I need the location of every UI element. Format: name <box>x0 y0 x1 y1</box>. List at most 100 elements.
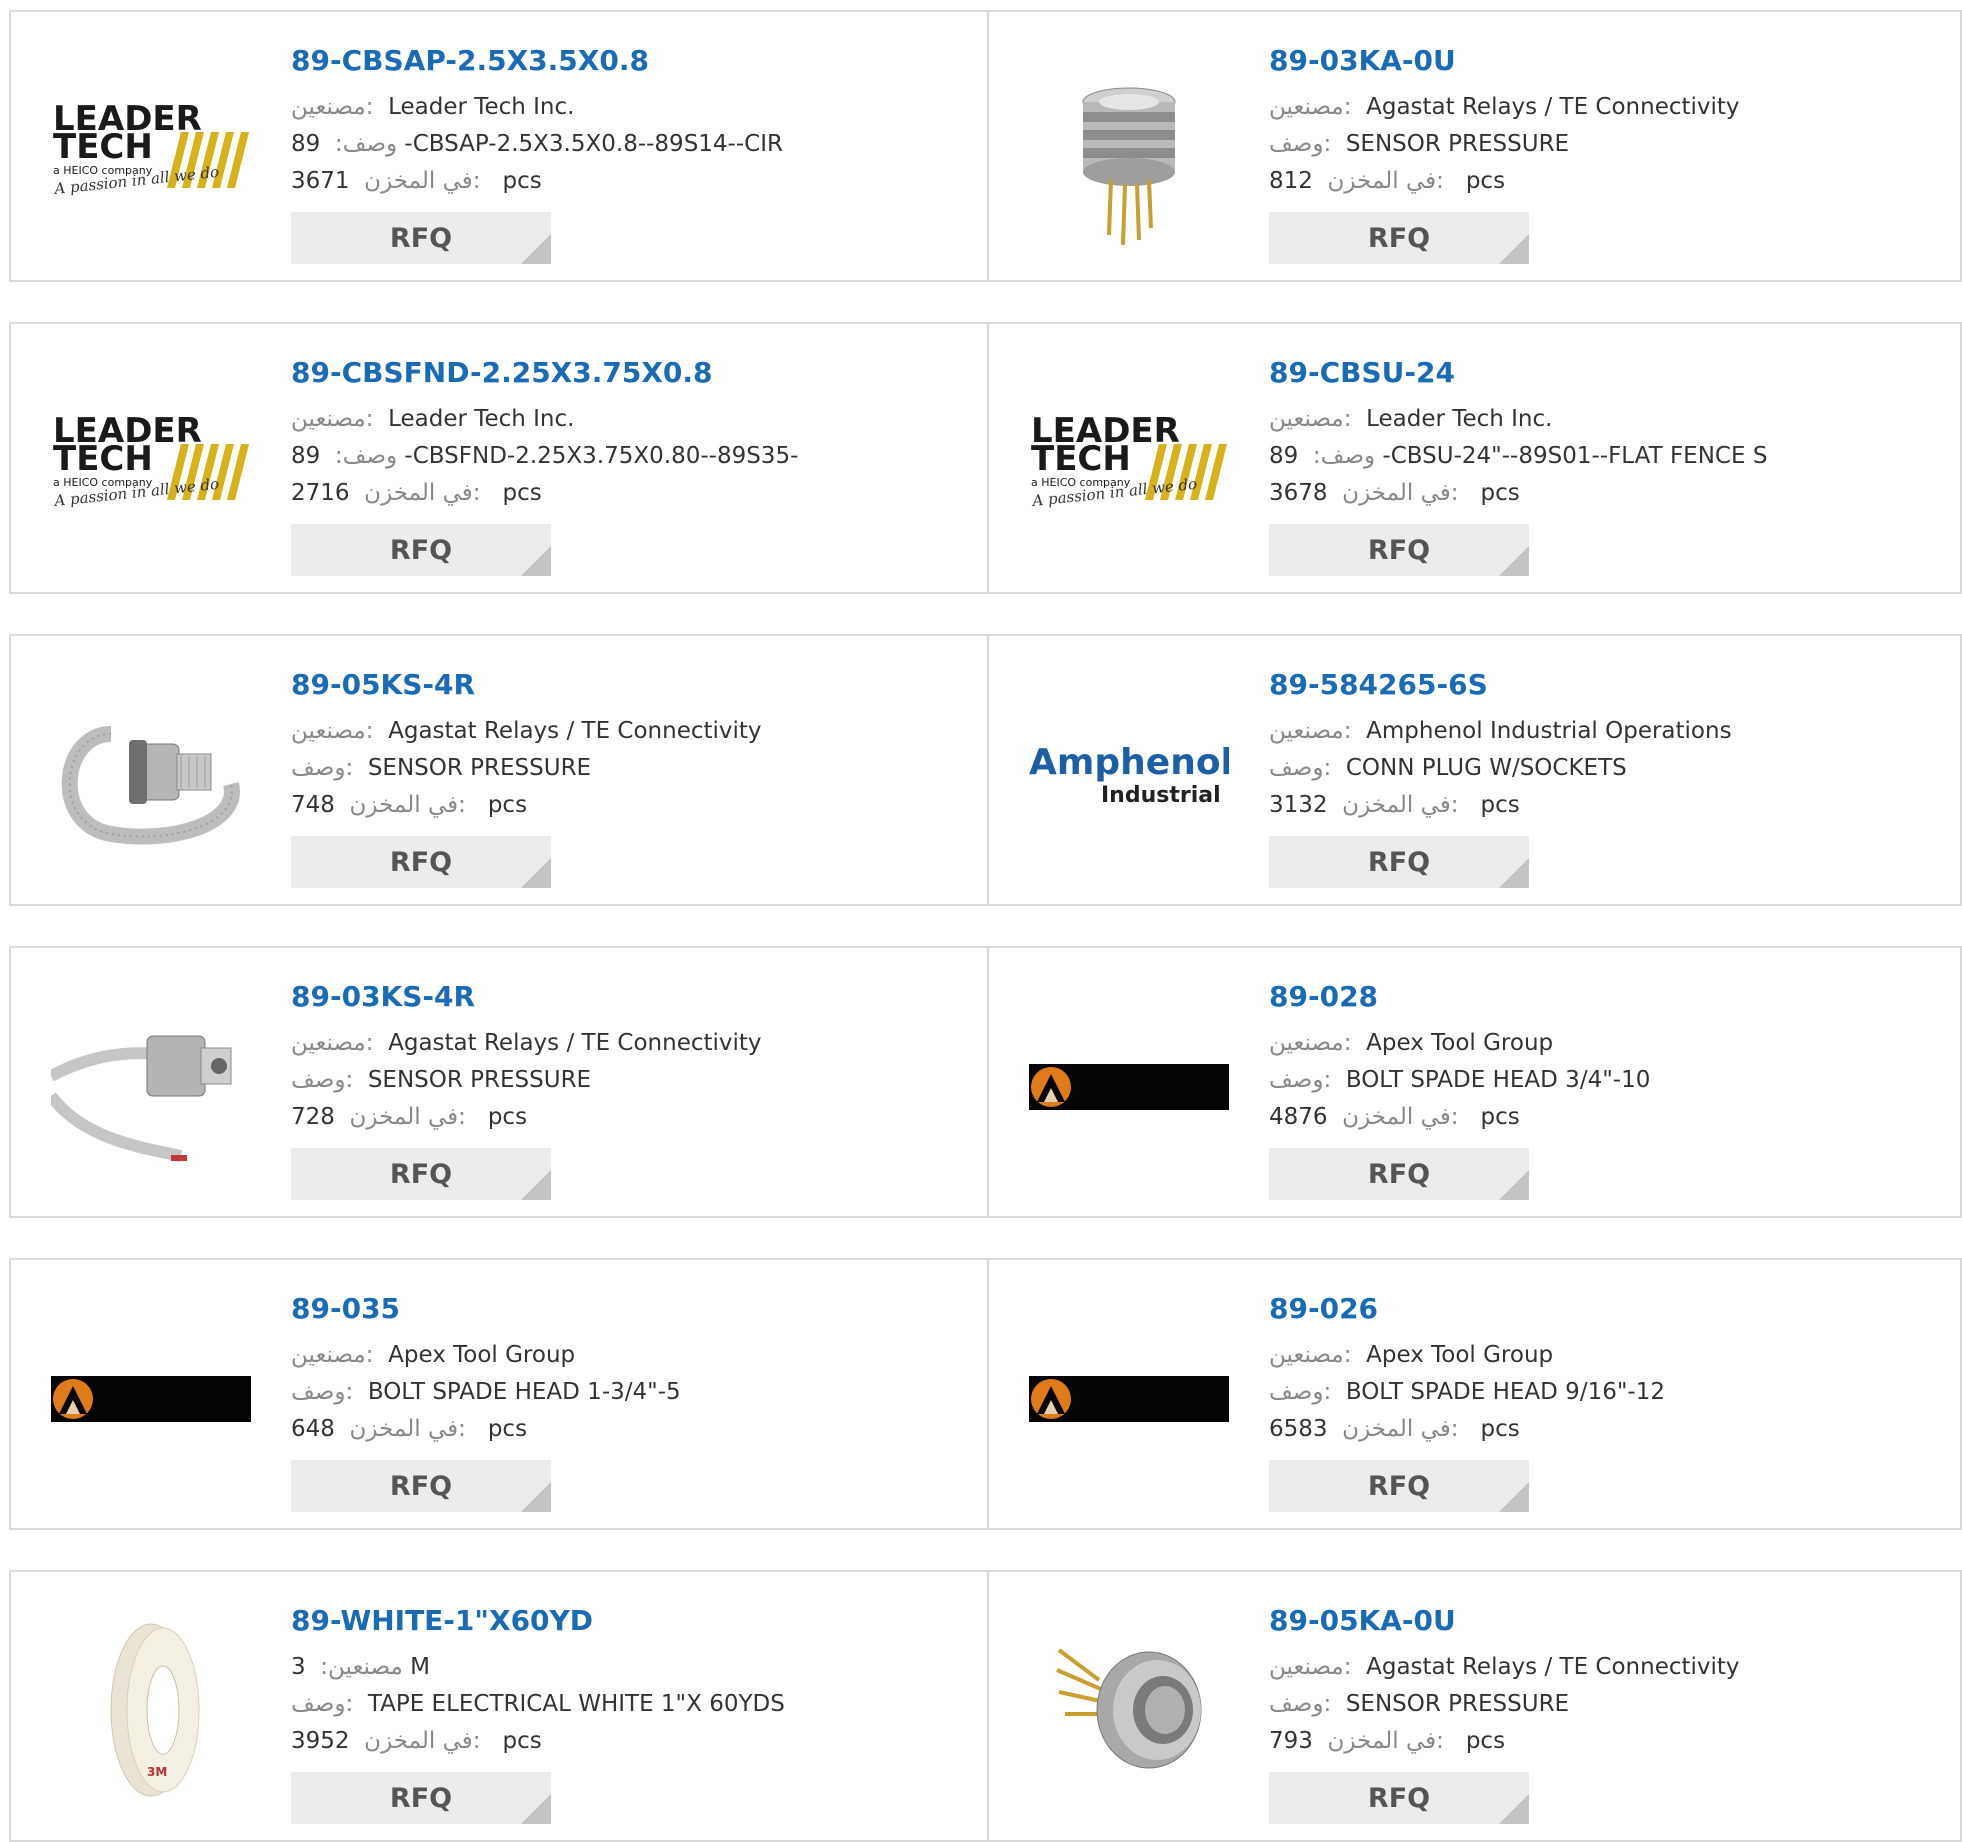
part-number-link[interactable]: 89-CBSU-24 <box>1269 356 1455 389</box>
stock-label: في المخزن: <box>364 480 481 506</box>
product-row: 89-05KS-4R مصنعين: Agastat Relays / TE C… <box>9 634 1962 906</box>
stock-value: 6583 <box>1269 1416 1328 1442</box>
stock-value: 2716 <box>291 480 350 506</box>
manufacturer-row: مصنعين: Leader Tech Inc. <box>291 406 574 432</box>
description-value: SENSOR PRESSURE <box>367 1067 592 1093</box>
product-image[interactable]: Amphenol® Industrial <box>1029 674 1229 874</box>
stock-row: 3132 في المخزن: pcs <box>1269 792 1520 818</box>
part-number-link[interactable]: 89-WHITE-1"X60YD <box>291 1604 593 1637</box>
rfq-label: RFQ <box>1367 222 1431 254</box>
stock-unit: pcs <box>502 1728 542 1754</box>
rfq-button[interactable]: RFQ <box>1269 1148 1529 1200</box>
stock-unit: pcs <box>487 1104 528 1130</box>
product-image[interactable] <box>51 674 251 874</box>
rfq-button[interactable]: RFQ <box>291 836 551 888</box>
manufacturer-value: Apex Tool Group <box>1366 1030 1554 1056</box>
part-number-link[interactable]: 89-03KA-0U <box>1269 44 1456 77</box>
manufacturer-value: Apex Tool Group <box>388 1342 576 1368</box>
part-number-link[interactable]: 89-026 <box>1269 1292 1378 1325</box>
corner-triangle-icon <box>521 234 551 264</box>
product-image[interactable] <box>1029 1610 1229 1810</box>
stock-label: في المخزن: <box>1342 1416 1459 1442</box>
corner-triangle-icon <box>521 1170 551 1200</box>
part-number-link[interactable]: 89-03KS-4R <box>291 980 475 1013</box>
product-image[interactable]: LEADER TECH a HEICO company A passion in… <box>51 362 251 562</box>
manufacturer-value: Leader Tech Inc. <box>388 94 575 120</box>
product-card: LEADER TECH a HEICO company A passion in… <box>989 324 1962 592</box>
description-label: وصف: <box>1269 1379 1332 1405</box>
stock-unit: pcs <box>1465 168 1506 194</box>
manufacturer-value: Agastat Relays / TE Connectivity <box>1366 94 1740 120</box>
stock-value: 3671 <box>291 168 350 194</box>
product-image[interactable] <box>1029 986 1229 1186</box>
stock-unit: pcs <box>1480 480 1520 506</box>
part-number-link[interactable]: 89-CBSAP-2.5X3.5X0.8 <box>291 44 649 77</box>
product-image[interactable] <box>51 986 251 1186</box>
stock-label: في المخزن: <box>1327 168 1444 194</box>
description-row: وصف: 89 -CBSAP-2.5X3.5X0.8--89S14--CIR <box>291 131 783 157</box>
rfq-label: RFQ <box>1367 1470 1431 1502</box>
product-grid: LEADER TECH a HEICO company A passion in… <box>0 0 1962 1842</box>
stock-unit: pcs <box>1480 792 1520 818</box>
description-label: وصف: <box>334 131 398 157</box>
product-card: 89-05KS-4R مصنعين: Agastat Relays / TE C… <box>11 636 987 904</box>
rfq-button[interactable]: RFQ <box>1269 524 1529 576</box>
manufacturer-label: مصنعين: <box>291 1342 374 1368</box>
product-row: 89-03KS-4R مصنعين: Agastat Relays / TE C… <box>9 946 1962 1218</box>
stock-value: 3678 <box>1269 480 1328 506</box>
manufacturer-label: مصنعين: <box>320 1654 403 1680</box>
stock-value: 748 <box>291 792 335 818</box>
rfq-label: RFQ <box>1367 534 1431 566</box>
product-image[interactable]: LEADER TECH a HEICO company A passion in… <box>1029 362 1229 562</box>
rfq-button[interactable]: RFQ <box>291 212 551 264</box>
product-image[interactable] <box>51 1298 251 1498</box>
rfq-label: RFQ <box>389 1158 453 1190</box>
product-image[interactable]: LEADER TECH a HEICO company A passion in… <box>51 50 251 250</box>
rfq-button[interactable]: RFQ <box>1269 836 1529 888</box>
rfq-button[interactable]: RFQ <box>291 1460 551 1512</box>
description-row: وصف: SENSOR PRESSURE <box>1269 131 1569 157</box>
rfq-button[interactable]: RFQ <box>291 1148 551 1200</box>
stock-unit: pcs <box>1465 1728 1506 1754</box>
rfq-label: RFQ <box>389 1782 453 1814</box>
corner-triangle-icon <box>1499 1170 1529 1200</box>
manufacturer-value: Apex Tool Group <box>1366 1342 1554 1368</box>
part-number-link[interactable]: 89-584265-6S <box>1269 668 1488 701</box>
part-number-link[interactable]: 89-CBSFND-2.25X3.75X0.8 <box>291 356 713 389</box>
manufacturer-row: مصنعين: Apex Tool Group <box>1269 1030 1553 1056</box>
rfq-button[interactable]: RFQ <box>291 1772 551 1824</box>
description-row: وصف: 89 -CBSU-24"--89S01--FLAT FENCE S <box>1269 443 1767 469</box>
rfq-button[interactable]: RFQ <box>1269 1460 1529 1512</box>
rfq-button[interactable]: RFQ <box>1269 212 1529 264</box>
description-label: وصف: <box>1269 1691 1332 1717</box>
description-value: BOLT SPADE HEAD 3/4"-10 <box>1345 1067 1651 1093</box>
manufacturer-row: مصنعين: Amphenol Industrial Operations <box>1269 718 1732 744</box>
stock-row: 3952 في المخزن: pcs <box>291 1728 542 1754</box>
description-row: وصف: 89 -CBSFND-2.25X3.75X0.80--89S35- <box>291 443 798 469</box>
stock-row: 3678 في المخزن: pcs <box>1269 480 1520 506</box>
product-image[interactable] <box>1029 1298 1229 1498</box>
description-label: وصف: <box>291 1067 354 1093</box>
product-row: LEADER TECH a HEICO company A passion in… <box>9 322 1962 594</box>
part-number-link[interactable]: 89-028 <box>1269 980 1378 1013</box>
rfq-button[interactable]: RFQ <box>291 524 551 576</box>
stock-label: في المخزن: <box>364 1728 481 1754</box>
product-image[interactable] <box>1029 50 1229 250</box>
corner-triangle-icon <box>1499 1482 1529 1512</box>
part-number-link[interactable]: 89-05KS-4R <box>291 668 475 701</box>
manufacturer-value: Amphenol Industrial Operations <box>1366 718 1732 744</box>
manufacturer-label: مصنعين: <box>1269 718 1352 744</box>
stock-label: في المخزن: <box>1342 1104 1459 1130</box>
part-number-link[interactable]: 89-035 <box>291 1292 400 1325</box>
manufacturer-value: Leader Tech Inc. <box>1366 406 1553 432</box>
product-image[interactable]: 3M <box>51 1610 251 1810</box>
stock-label: في المخزن: <box>349 1416 466 1442</box>
stock-row: 6583 في المخزن: pcs <box>1269 1416 1520 1442</box>
description-row: وصف: BOLT SPADE HEAD 1-3/4"-5 <box>291 1379 681 1405</box>
part-number-link[interactable]: 89-05KA-0U <box>1269 1604 1456 1637</box>
product-row: LEADER TECH a HEICO company A passion in… <box>9 10 1962 282</box>
description-row: وصف: SENSOR PRESSURE <box>291 1067 591 1093</box>
svg-text:Industrial: Industrial <box>1101 783 1221 808</box>
rfq-button[interactable]: RFQ <box>1269 1772 1529 1824</box>
corner-triangle-icon <box>1499 234 1529 264</box>
